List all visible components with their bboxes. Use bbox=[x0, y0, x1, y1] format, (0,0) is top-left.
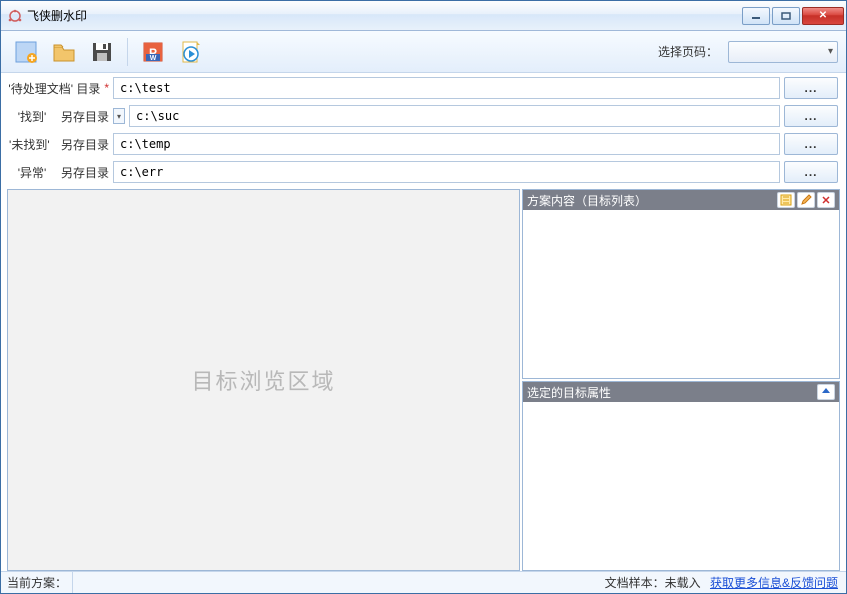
notfound-input[interactable] bbox=[113, 133, 780, 155]
status-current-plan-label: 当前方案： bbox=[1, 572, 73, 593]
pending-browse-button[interactable]: ... bbox=[784, 77, 838, 99]
edit-button[interactable] bbox=[797, 192, 815, 208]
preview-pane: 目标浏览区域 bbox=[7, 189, 520, 571]
app-window: 飞侠删水印 ✕ PW 选择页码： '待处理文档' 目录* ... bbox=[0, 0, 847, 594]
close-button[interactable]: ✕ bbox=[802, 7, 844, 25]
status-right: 文档样本：未载入 获取更多信息&反馈问题 bbox=[605, 574, 846, 591]
notfound-browse-button[interactable]: ... bbox=[784, 133, 838, 155]
page-select-label: 选择页码： bbox=[658, 43, 718, 60]
row-found: '找到' 另存目录 ▾ ... bbox=[9, 105, 838, 127]
open-button[interactable] bbox=[47, 35, 81, 69]
right-pane: 方案内容（目标列表） ✕ 选定的目标属性 bbox=[522, 189, 840, 571]
props-panel-header: 选定的目标属性 bbox=[523, 382, 839, 402]
svg-text:W: W bbox=[150, 55, 157, 62]
status-sample-label: 文档样本： bbox=[605, 576, 665, 590]
targets-panel: 方案内容（目标列表） ✕ bbox=[522, 189, 840, 379]
maximize-button[interactable] bbox=[772, 7, 800, 25]
error-label: '异常' 另存目录 bbox=[9, 164, 109, 181]
list-button[interactable] bbox=[777, 192, 795, 208]
error-input[interactable] bbox=[113, 161, 780, 183]
preview-placeholder: 目标浏览区域 bbox=[191, 364, 335, 396]
powerpoint-button[interactable]: PW bbox=[136, 35, 170, 69]
pending-label: '待处理文档' 目录* bbox=[9, 80, 109, 97]
props-panel: 选定的目标属性 bbox=[522, 381, 840, 571]
minimize-button[interactable] bbox=[742, 7, 770, 25]
found-dropdown-icon[interactable]: ▾ bbox=[113, 108, 125, 124]
feedback-link[interactable]: 获取更多信息&反馈问题 bbox=[710, 576, 838, 590]
notfound-label: '未找到' 另存目录 bbox=[9, 136, 109, 153]
page-select[interactable] bbox=[728, 41, 838, 63]
delete-button[interactable]: ✕ bbox=[817, 192, 835, 208]
row-notfound: '未找到' 另存目录 ... bbox=[9, 133, 838, 155]
row-error: '异常' 另存目录 ... bbox=[9, 161, 838, 183]
targets-panel-body bbox=[523, 210, 839, 378]
status-sample-value: 未载入 bbox=[665, 576, 701, 590]
app-icon bbox=[7, 8, 23, 24]
run-button[interactable] bbox=[174, 35, 208, 69]
directory-rows: '待处理文档' 目录* ... '找到' 另存目录 ▾ ... '未找到' 另存… bbox=[1, 73, 846, 185]
props-panel-body bbox=[523, 402, 839, 570]
toolbar-separator bbox=[127, 38, 128, 66]
found-label: '找到' 另存目录 bbox=[9, 108, 109, 125]
targets-panel-header: 方案内容（目标列表） ✕ bbox=[523, 190, 839, 210]
row-pending: '待处理文档' 目录* ... bbox=[9, 77, 838, 99]
save-button[interactable] bbox=[85, 35, 119, 69]
found-input[interactable] bbox=[129, 105, 780, 127]
found-browse-button[interactable]: ... bbox=[784, 105, 838, 127]
new-button[interactable] bbox=[9, 35, 43, 69]
app-title: 飞侠删水印 bbox=[27, 7, 87, 24]
pending-input[interactable] bbox=[113, 77, 780, 99]
targets-panel-title: 方案内容（目标列表） bbox=[527, 192, 775, 209]
collapse-button[interactable] bbox=[817, 384, 835, 400]
props-panel-title: 选定的目标属性 bbox=[527, 384, 815, 401]
window-controls: ✕ bbox=[742, 7, 846, 25]
main-area: 目标浏览区域 方案内容（目标列表） ✕ 选定的目标属性 bbox=[1, 185, 846, 571]
error-browse-button[interactable]: ... bbox=[784, 161, 838, 183]
titlebar: 飞侠删水印 ✕ bbox=[1, 1, 846, 31]
status-bar: 当前方案： 文档样本：未载入 获取更多信息&反馈问题 bbox=[1, 571, 846, 593]
toolbar: PW 选择页码： bbox=[1, 31, 846, 73]
